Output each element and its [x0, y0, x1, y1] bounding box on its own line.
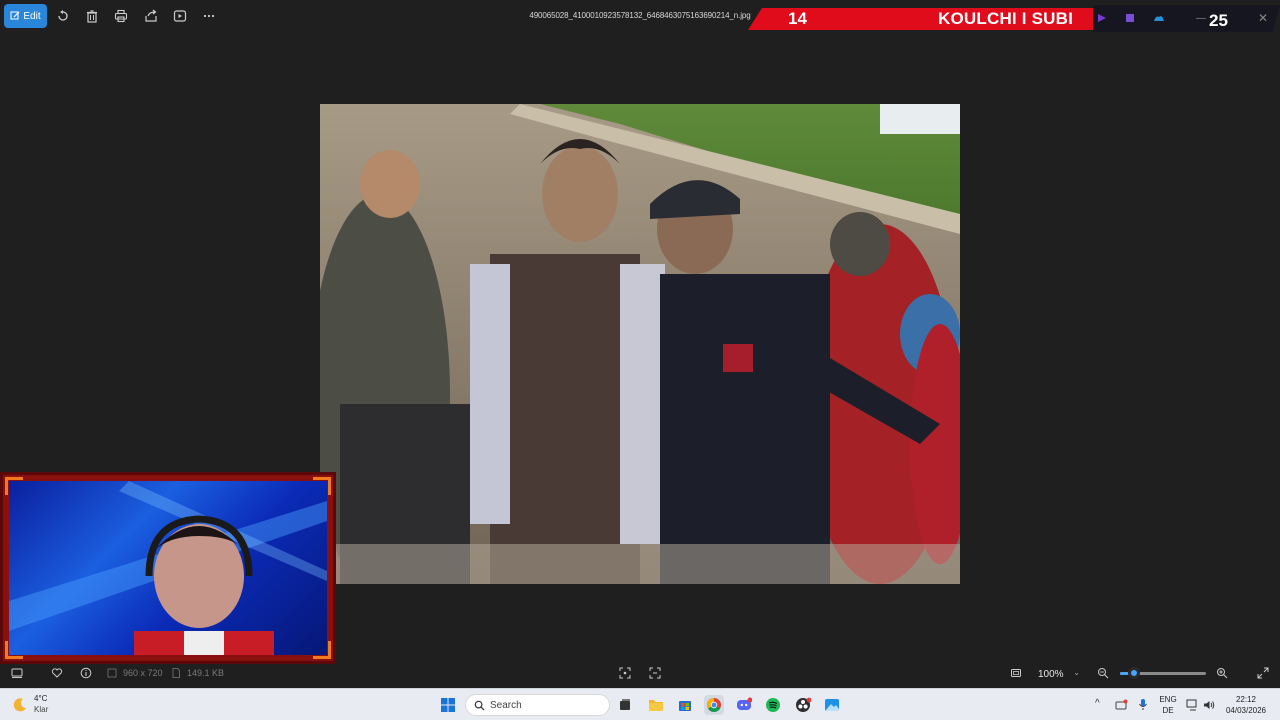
cloud-icon [1154, 16, 1164, 21]
weather-condition: Klar [34, 705, 49, 714]
displayed-photo [320, 104, 960, 584]
file-size-icon [169, 666, 183, 680]
compare-icon[interactable] [648, 666, 662, 680]
filmstrip-icon[interactable] [10, 666, 24, 680]
fullscreen-icon[interactable] [1256, 666, 1270, 680]
banner-dark-panel [1093, 5, 1280, 32]
clock-time[interactable]: 22:12 [1222, 695, 1270, 704]
spotify-icon[interactable] [763, 695, 783, 715]
photo-image [320, 104, 960, 584]
start-windows-icon[interactable] [438, 695, 458, 715]
frame-corner [313, 477, 331, 495]
info-icon[interactable] [79, 666, 93, 680]
frame-corner [5, 477, 23, 495]
file-explorer-icon[interactable] [646, 695, 666, 715]
photos-app-window: Edit 490065028_4100010923578132_64684630… [0, 0, 1280, 688]
taskbar-search-box[interactable]: Search [465, 694, 610, 716]
tray-app-icon[interactable] [1115, 699, 1128, 711]
moon-weather-icon[interactable] [12, 697, 28, 713]
search-placeholder: Search [490, 699, 522, 711]
image-dimensions: 960 x 720 [123, 668, 163, 678]
task-view-icon[interactable] [615, 695, 635, 715]
fit-to-window-icon[interactable] [1009, 666, 1023, 680]
webcam-feed [9, 481, 327, 655]
overlay-close-icon: ✕ [1258, 11, 1269, 25]
banner-title: KOULCHI I SUBI [938, 9, 1074, 28]
dimensions-icon [105, 666, 119, 680]
banner-right-number: 25 [1209, 11, 1228, 30]
edit-label: Edit [23, 10, 41, 22]
overlay-minimize-icon: — [1196, 13, 1206, 24]
volume-icon[interactable] [1203, 699, 1215, 711]
search-icon [474, 700, 485, 711]
edit-button[interactable]: Edit [4, 4, 47, 28]
file-size: 149.1 KB [187, 668, 225, 678]
delete-icon[interactable] [82, 6, 102, 26]
frame-corner [5, 641, 23, 659]
chrome-icon[interactable] [704, 695, 724, 715]
chevron-down-icon: ⌄ [1073, 668, 1080, 677]
language-indicator-bottom[interactable]: DE [1158, 706, 1178, 715]
slideshow-icon[interactable] [170, 6, 190, 26]
crop-frame-icon[interactable] [618, 666, 632, 680]
language-indicator-top[interactable]: ENG [1158, 695, 1178, 704]
zoom-slider-thumb[interactable] [1127, 667, 1140, 679]
webcam-overlay [0, 472, 336, 664]
frame-corner [313, 641, 331, 659]
microphone-icon[interactable] [1138, 698, 1148, 711]
zoom-in-icon[interactable] [1215, 666, 1229, 680]
zoom-slider[interactable] [1120, 667, 1206, 679]
stream-overlay-banner: 14 KOULCHI I SUBI — 25 ✕ [748, 5, 1280, 32]
photos-app-icon[interactable] [822, 695, 842, 715]
webcam-image [9, 481, 327, 655]
edit-icon [10, 11, 20, 20]
store-icon[interactable] [675, 695, 695, 715]
tray-chevron-up-icon[interactable]: ^ [1095, 698, 1100, 709]
favorite-heart-icon[interactable] [50, 666, 64, 680]
bottom-status-bar: 960 x 720 149.1 KB 100% ⌄ [0, 659, 1280, 688]
rotate-icon[interactable] [53, 6, 73, 26]
more-icon[interactable] [199, 6, 219, 26]
share-icon[interactable] [141, 6, 161, 26]
zoom-level-dropdown[interactable]: 100% ⌄ [1030, 663, 1086, 685]
twitch-icon [1126, 14, 1134, 22]
clock-date[interactable]: 04/03/2026 [1222, 706, 1270, 715]
network-icon[interactable] [1186, 699, 1199, 711]
banner-left-number: 14 [788, 9, 807, 28]
discord-icon[interactable] [734, 695, 754, 715]
weather-temperature: 4°C [34, 694, 48, 703]
windows-taskbar: 4°C Klar Search ^ ENG DE 22:12 04/03/202… [0, 688, 1280, 720]
zoom-level-value: 100% [1038, 668, 1064, 680]
file-name: 490065028_4100010923578132_6468463075163… [529, 11, 751, 20]
obs-icon[interactable] [793, 695, 813, 715]
kick-icon [1098, 14, 1106, 22]
print-icon[interactable] [111, 6, 131, 26]
zoom-out-icon[interactable] [1096, 666, 1110, 680]
